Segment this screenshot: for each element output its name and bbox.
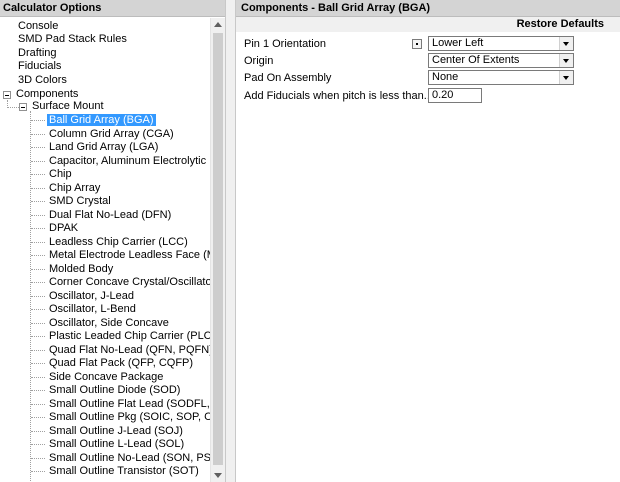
pad-on-assembly-value: None (432, 71, 459, 83)
tree-connector-line (31, 228, 45, 229)
origin-value: Center Of Extents (432, 54, 520, 66)
tree-item-side-concave-package[interactable]: Side Concave Package (47, 371, 165, 384)
tree-connector-line (31, 134, 45, 135)
pin1-orientation-value: Lower Left (432, 37, 484, 49)
tree-item-drafting[interactable]: Drafting (16, 47, 59, 60)
chevron-down-icon[interactable] (559, 71, 573, 84)
calculator-options-panel: Calculator Options Console SMD Pad Stack… (0, 0, 225, 482)
pad-on-assembly-select[interactable]: None (428, 70, 574, 85)
tree-item-qfp[interactable]: Quad Flat Pack (QFP, CQFP) (47, 357, 195, 370)
pad-on-assembly-row: Pad On Assembly None (236, 70, 620, 87)
tree-item-oscillator-side-concave[interactable]: Oscillator, Side Concave (47, 317, 171, 330)
tree-item-fiducials[interactable]: Fiducials (16, 60, 63, 73)
tree-connector-line (31, 336, 45, 337)
pad-on-assembly-label: Pad On Assembly (244, 72, 332, 84)
tree-connector-line (31, 255, 45, 256)
origin-row: Origin Center Of Extents (236, 53, 620, 70)
scrollbar-thumb[interactable] (213, 33, 223, 465)
panel-splitter[interactable] (225, 0, 236, 482)
component-settings-panel: Components - Ball Grid Array (BGA) Resto… (236, 0, 620, 482)
pin1-info-icon[interactable] (412, 39, 422, 49)
tree-connector-line (31, 242, 45, 243)
tree-connector-line (31, 201, 45, 202)
tree-item-dpak[interactable]: DPAK (47, 222, 80, 235)
fiducials-pitch-label: Add Fiducials when pitch is less than... (244, 90, 433, 102)
tree-connector-line (31, 215, 45, 216)
tree-item-chip[interactable]: Chip (47, 168, 74, 181)
surface-mount-collapse-icon[interactable] (19, 103, 27, 111)
tree-connector-line (31, 471, 45, 472)
tree-item-qfn[interactable]: Quad Flat No-Lead (QFN, PQFN) (47, 344, 210, 357)
tree-item-lcc[interactable]: Leadless Chip Carrier (LCC) (47, 236, 190, 249)
tree-item-3d-colors[interactable]: 3D Colors (16, 74, 69, 87)
tree-item-plcc[interactable]: Plastic Leaded Chip Carrier (PLCC) (47, 330, 210, 343)
tree-connector-line (31, 309, 45, 310)
tree-item-sot[interactable]: Small Outline Transistor (SOT) (47, 465, 201, 478)
properties-area: Pin 1 Orientation Lower Left Origin Cent… (236, 32, 620, 482)
tree-item-son[interactable]: Small Outline No-Lead (SON, PSON) (47, 452, 210, 465)
tree-connector-line (31, 377, 45, 378)
tree-item-surface-mount[interactable]: Surface Mount (30, 100, 106, 113)
tree-connector-line (31, 296, 45, 297)
tree-item-dfn[interactable]: Dual Flat No-Lead (DFN) (47, 209, 173, 222)
tree-item-bga[interactable]: Ball Grid Array (BGA) (47, 114, 156, 127)
component-settings-title: Components - Ball Grid Array (BGA) (236, 0, 620, 17)
pin1-orientation-label: Pin 1 Orientation (244, 38, 326, 50)
tree-connector-line (31, 431, 45, 432)
tree-item-smd-crystal[interactable]: SMD Crystal (47, 195, 113, 208)
tree-item-melf[interactable]: Metal Electrode Leadless Face (MELF) (47, 249, 210, 262)
tree-connector-line (31, 417, 45, 418)
tree-item-soic[interactable]: Small Outline Pkg (SOIC, SOP, CFP) (47, 411, 210, 424)
tree-item-oscillator-j-lead[interactable]: Oscillator, J-Lead (47, 290, 136, 303)
tree-item-soj[interactable]: Small Outline J-Lead (SOJ) (47, 425, 185, 438)
tree-item-sol[interactable]: Small Outline L-Lead (SOL) (47, 438, 186, 451)
tree-item-corner-concave[interactable]: Corner Concave Crystal/Oscillator (47, 276, 210, 289)
tree-connector-line (31, 282, 45, 283)
tree-connector-line (31, 120, 45, 121)
scroll-up-arrow-icon[interactable] (214, 22, 222, 27)
tree-connector-line (31, 390, 45, 391)
options-tree: Console SMD Pad Stack Rules Drafting Fid… (0, 18, 210, 482)
tree-connector-line (7, 107, 19, 108)
tree-item-molded-body[interactable]: Molded Body (47, 263, 115, 276)
tree-connector-line (31, 161, 45, 162)
tree-item-oscillator-l-bend[interactable]: Oscillator, L-Bend (47, 303, 138, 316)
tree-connector-line (31, 174, 45, 175)
tree-item-smd-pad-stack-rules[interactable]: SMD Pad Stack Rules (16, 33, 129, 46)
fiducials-pitch-input[interactable]: 0.20 (428, 88, 482, 103)
tree-item-sodfl[interactable]: Small Outline Flat Lead (SODFL, SOFL) (47, 398, 210, 411)
origin-select[interactable]: Center Of Extents (428, 53, 574, 68)
components-collapse-icon[interactable] (3, 91, 11, 99)
tree-connector-line (31, 188, 45, 189)
restore-defaults-button[interactable]: Restore Defaults (512, 17, 608, 32)
tree-connector-line (31, 404, 45, 405)
calculator-options-title: Calculator Options (0, 0, 225, 17)
tree-item-cga[interactable]: Column Grid Array (CGA) (47, 128, 176, 141)
tree-item-capacitor-aluminum[interactable]: Capacitor, Aluminum Electrolytic (47, 155, 208, 168)
tree-connector-line (31, 363, 45, 364)
tree-item-chip-array[interactable]: Chip Array (47, 182, 102, 195)
scroll-down-arrow-icon[interactable] (214, 473, 222, 478)
tree-connector-line (31, 458, 45, 459)
pin1-orientation-row: Pin 1 Orientation Lower Left (236, 36, 620, 53)
restore-row: Restore Defaults (236, 17, 620, 32)
tree-connector-line (31, 444, 45, 445)
chevron-down-icon[interactable] (559, 37, 573, 50)
pin1-orientation-select[interactable]: Lower Left (428, 36, 574, 51)
tree-connector-line (31, 323, 45, 324)
tree-connector-line (31, 147, 45, 148)
fiducials-pitch-value: 0.20 (432, 89, 454, 101)
tree-item-console[interactable]: Console (16, 20, 60, 33)
fiducials-pitch-row: Add Fiducials when pitch is less than...… (236, 88, 620, 105)
tree-item-lga[interactable]: Land Grid Array (LGA) (47, 141, 160, 154)
chevron-down-icon[interactable] (559, 54, 573, 67)
origin-label: Origin (244, 55, 274, 67)
tree-connector-line (31, 269, 45, 270)
tree-vertical-scrollbar[interactable] (210, 18, 225, 482)
tree-connector-line (31, 350, 45, 351)
tree-item-sod[interactable]: Small Outline Diode (SOD) (47, 384, 182, 397)
